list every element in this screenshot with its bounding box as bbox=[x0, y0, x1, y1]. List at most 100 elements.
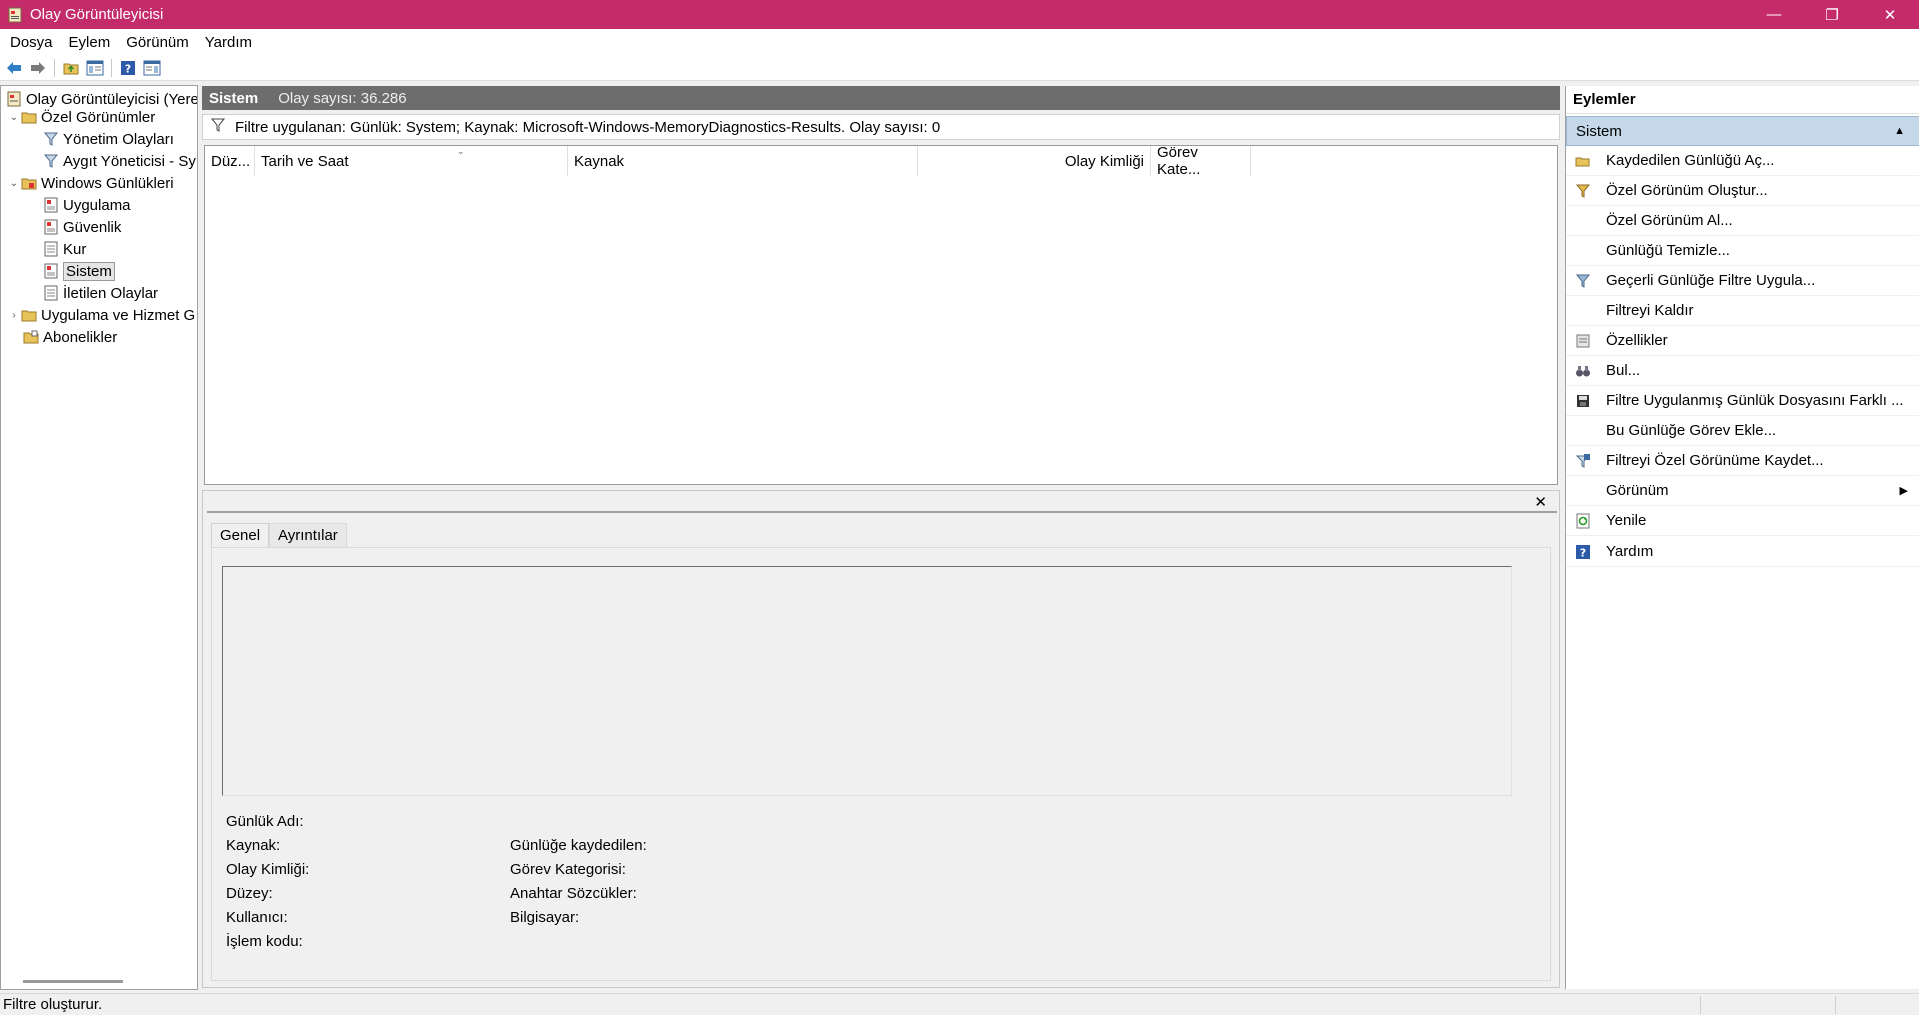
detail-tabs: Genel Ayrıntılar bbox=[211, 523, 347, 547]
action-find[interactable]: Bul... bbox=[1566, 356, 1919, 386]
action-save-filtered-log[interactable]: Filtre Uygulanmış Günlük Dosyasını Farkl… bbox=[1566, 386, 1919, 416]
back-arrow-icon bbox=[7, 62, 21, 74]
action-help[interactable]: ? Yardım bbox=[1566, 537, 1919, 567]
column-header-datetime[interactable]: Tarih ve Saat ⌄ bbox=[255, 146, 568, 176]
column-header-level[interactable]: Düz... bbox=[205, 146, 255, 176]
show-hide-action-pane-button[interactable] bbox=[142, 58, 162, 78]
detail-splitter[interactable] bbox=[207, 491, 1557, 513]
filter-icon bbox=[210, 118, 226, 136]
folder-icon bbox=[21, 307, 37, 323]
tree-item-system[interactable]: Sistem bbox=[43, 260, 115, 282]
menu-file[interactable]: Dosya bbox=[2, 34, 61, 51]
window-title: Olay Görüntüleyicisi bbox=[30, 6, 164, 23]
tree-label: Windows Günlükleri bbox=[41, 174, 174, 192]
tree-label: Özel Görünümler bbox=[41, 108, 156, 126]
menu-help[interactable]: Yardım bbox=[197, 34, 260, 51]
open-folder-icon bbox=[1574, 152, 1592, 170]
tree-item-application[interactable]: Uygulama bbox=[43, 194, 131, 216]
event-viewer-app-icon bbox=[8, 7, 22, 23]
field-level-label: Düzey: bbox=[226, 885, 273, 902]
help-icon: ? bbox=[1574, 543, 1592, 561]
close-preview-button[interactable]: ✕ bbox=[1534, 493, 1547, 511]
center-pane-header: Sistem Olay sayısı: 36.286 bbox=[202, 86, 1560, 110]
subscriptions-icon bbox=[23, 329, 39, 345]
help-button[interactable]: ? bbox=[118, 58, 138, 78]
action-pane-icon bbox=[143, 60, 161, 76]
column-header-source[interactable]: Kaynak bbox=[568, 146, 918, 176]
minimize-button[interactable]: — bbox=[1745, 0, 1803, 29]
column-label: Tarih ve Saat bbox=[261, 152, 349, 170]
up-folder-button[interactable] bbox=[61, 58, 81, 78]
log-icon bbox=[43, 219, 59, 235]
action-label: Özel Görünüm Al... bbox=[1606, 212, 1733, 229]
action-clear-filter[interactable]: Filtreyi Kaldır bbox=[1566, 296, 1919, 326]
action-view-submenu[interactable]: Görünüm ▶ bbox=[1566, 476, 1919, 506]
action-filter-current-log[interactable]: Geçerli Günlüğe Filtre Uygula... bbox=[1566, 266, 1919, 296]
event-description-box[interactable] bbox=[222, 566, 1512, 796]
menu-view[interactable]: Görünüm bbox=[118, 34, 197, 51]
restore-icon: ❐ bbox=[1825, 6, 1839, 24]
action-save-filter-to-custom-view[interactable]: Filtreyi Özel Görünüme Kaydet... bbox=[1566, 446, 1919, 476]
field-log-name-label: Günlük Adı: bbox=[226, 813, 304, 830]
chevron-right-icon[interactable]: › bbox=[7, 310, 21, 321]
toolbar-separator bbox=[111, 59, 112, 77]
field-event-id-label: Olay Kimliği: bbox=[226, 861, 310, 878]
help-icon: ? bbox=[121, 61, 135, 76]
horizontal-scrollbar[interactable] bbox=[23, 980, 123, 983]
action-label: Özel Görünüm Oluştur... bbox=[1606, 182, 1768, 199]
toolbar: ? bbox=[0, 56, 1919, 81]
tab-details[interactable]: Ayrıntılar bbox=[269, 523, 347, 547]
restore-button[interactable]: ❐ bbox=[1803, 0, 1861, 29]
svg-text:?: ? bbox=[1580, 546, 1586, 559]
tree-label: Yönetim Olayları bbox=[63, 130, 174, 148]
tree-item-setup[interactable]: Kur bbox=[43, 238, 86, 260]
tab-general[interactable]: Genel bbox=[211, 523, 270, 547]
tree-item-forwarded-events[interactable]: İletilen Olaylar bbox=[43, 282, 158, 304]
back-button[interactable] bbox=[4, 58, 24, 78]
tab-label: Genel bbox=[220, 527, 261, 544]
event-detail-pane: ✕ Genel Ayrıntılar Günlük Adı: Kaynak: O… bbox=[202, 490, 1560, 988]
tree-item-device-manager[interactable]: Aygıt Yöneticisi - Sy bbox=[43, 150, 196, 172]
show-hide-console-tree-button[interactable] bbox=[85, 58, 105, 78]
action-open-saved-log[interactable]: Kaydedilen Günlüğü Aç... bbox=[1566, 146, 1919, 176]
tree-item-custom-views[interactable]: ⌄ Özel Görünümler bbox=[7, 106, 155, 128]
action-create-custom-view[interactable]: Özel Görünüm Oluştur... bbox=[1566, 176, 1919, 206]
folder-up-icon bbox=[63, 63, 79, 75]
chevron-down-icon[interactable]: ⌄ bbox=[7, 178, 21, 189]
actions-section-header[interactable]: Sistem ▲ bbox=[1566, 116, 1919, 146]
save-filter-icon bbox=[1574, 452, 1592, 470]
log-title: Sistem bbox=[209, 89, 259, 107]
actions-pane: Eylemler Sistem ▲ Kaydedilen Günlüğü Aç.… bbox=[1565, 86, 1919, 989]
action-properties[interactable]: Özellikler bbox=[1566, 326, 1919, 356]
tree-item-admin-events[interactable]: Yönetim Olayları bbox=[43, 128, 174, 150]
action-refresh[interactable]: Yenile bbox=[1566, 506, 1919, 536]
forward-arrow-icon bbox=[31, 62, 45, 74]
forward-button[interactable] bbox=[28, 58, 48, 78]
tree-item-app-service-logs[interactable]: › Uygulama ve Hizmet G bbox=[7, 304, 195, 326]
event-count: Olay sayısı: 36.286 bbox=[278, 89, 407, 107]
collapse-up-icon[interactable]: ▲ bbox=[1894, 125, 1905, 137]
chevron-down-icon[interactable]: ⌄ bbox=[7, 112, 21, 123]
tree-item-windows-logs[interactable]: ⌄ Windows Günlükleri bbox=[7, 172, 174, 194]
tree-label: Olay Görüntüleyicisi (Yerel) bbox=[26, 90, 198, 108]
event-list[interactable]: Düz... Tarih ve Saat ⌄ Kaynak Olay Kimliğ… bbox=[204, 144, 1558, 485]
close-window-button[interactable]: ✕ bbox=[1861, 0, 1919, 29]
action-label: Filtreyi Özel Görünüme Kaydet... bbox=[1606, 452, 1824, 469]
field-computer-label: Bilgisayar: bbox=[510, 909, 580, 926]
column-header-event-id[interactable]: Olay Kimliği bbox=[918, 146, 1151, 176]
action-clear-log[interactable]: Günlüğü Temizle... bbox=[1566, 236, 1919, 266]
field-user-label: Kullanıcı: bbox=[226, 909, 288, 926]
menu-action[interactable]: Eylem bbox=[61, 34, 119, 51]
toolbar-separator bbox=[54, 59, 55, 77]
field-logged-label: Günlüğe kaydedilen: bbox=[510, 837, 647, 854]
action-label: Bu Günlüğe Görev Ekle... bbox=[1606, 422, 1777, 439]
close-icon: ✕ bbox=[1534, 494, 1547, 511]
binoculars-icon bbox=[1574, 362, 1592, 380]
action-import-custom-view[interactable]: Özel Görünüm Al... bbox=[1566, 206, 1919, 236]
action-attach-task[interactable]: Bu Günlüğe Görev Ekle... bbox=[1566, 416, 1919, 446]
field-source-label: Kaynak: bbox=[226, 837, 281, 854]
tree-item-subscriptions[interactable]: Abonelikler bbox=[23, 326, 117, 348]
field-keywords-label: Anahtar Sözcükler: bbox=[510, 885, 637, 902]
column-header-task-category[interactable]: Görev Kate... bbox=[1151, 144, 1251, 178]
tree-item-security[interactable]: Güvenlik bbox=[43, 216, 121, 238]
